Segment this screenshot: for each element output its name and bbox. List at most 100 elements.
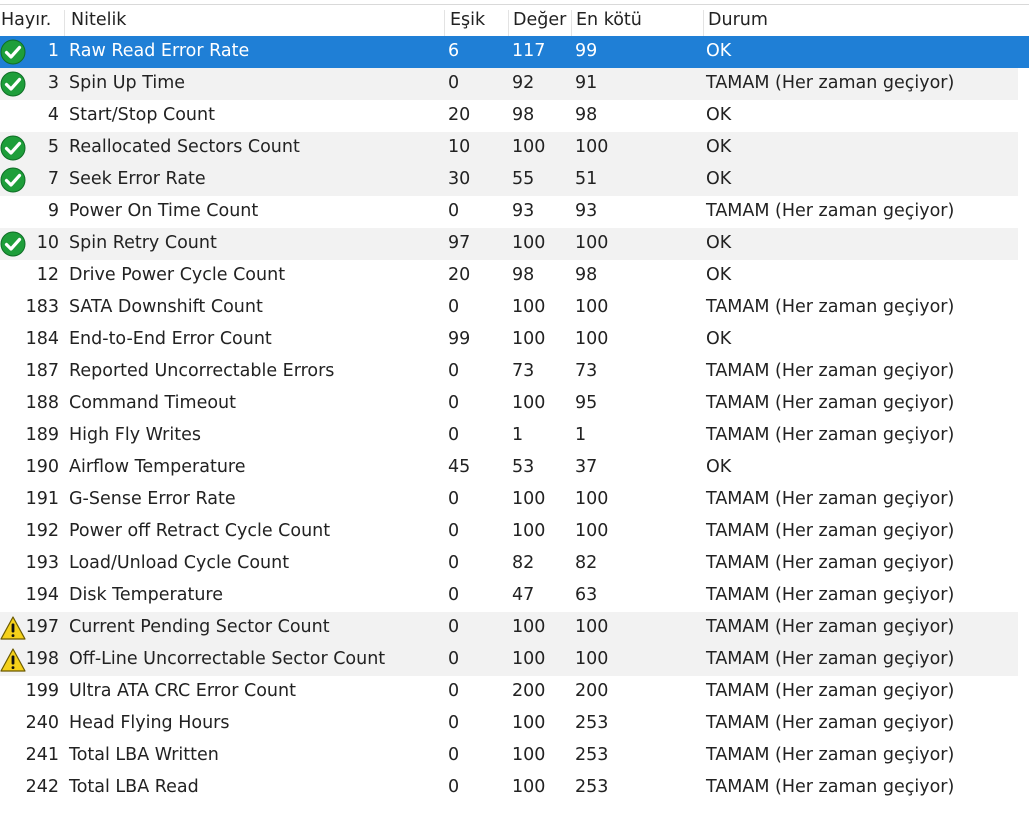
attribute-id: 183 [25, 297, 59, 317]
worst-value: 100 [575, 329, 609, 349]
attribute-id: 188 [25, 393, 59, 413]
attribute-id: 191 [25, 489, 59, 509]
worst-value: 100 [575, 617, 609, 637]
threshold-value: 0 [448, 297, 460, 317]
column-header-worst[interactable]: En kötü [576, 10, 642, 30]
status-text: TAMAM (Her zaman geçiyor) [706, 489, 955, 509]
table-row[interactable]: 198 Off-Line Uncorrectable Sector Count 0 1… [0, 644, 1029, 676]
status-text: TAMAM (Her zaman geçiyor) [706, 361, 955, 381]
column-separator[interactable] [508, 10, 509, 36]
attribute-name: Total LBA Written [69, 745, 219, 765]
table-row[interactable]: 184 End-to-End Error Count 99 100 100 OK [0, 324, 1029, 356]
worst-value: 100 [575, 297, 609, 317]
attribute-id: 194 [25, 585, 59, 605]
attribute-name: Raw Read Error Rate [69, 41, 250, 61]
attribute-name: Spin Up Time [69, 73, 186, 93]
attribute-name: Drive Power Cycle Count [69, 265, 286, 285]
table-row[interactable]: 241 Total LBA Written 0 100 253 TAMAM (Her za… [0, 740, 1029, 772]
table-row[interactable]: 189 High Fly Writes 0 1 1 TAMAM (Her zaman ge… [0, 420, 1029, 452]
threshold-value: 0 [448, 681, 460, 701]
worst-value: 100 [575, 137, 609, 157]
current-value: 100 [512, 297, 546, 317]
column-header-threshold[interactable]: Eşik [450, 10, 485, 30]
column-header-attribute[interactable]: Nitelik [71, 10, 126, 30]
status-text: TAMAM (Her zaman geçiyor) [706, 649, 955, 669]
attribute-id: 199 [25, 681, 59, 701]
attribute-name: Load/Unload Cycle Count [69, 553, 290, 573]
table-row[interactable]: 3 Spin Up Time 0 92 91 TAMAM (Her zaman geçiy… [0, 68, 1029, 100]
table-row[interactable]: 4 Start/Stop Count 20 98 98 OK [0, 100, 1029, 132]
table-row[interactable]: 183 SATA Downshift Count 0 100 100 TAMAM (Her… [0, 292, 1029, 324]
attribute-id: 240 [25, 713, 59, 733]
worst-value: 91 [575, 73, 598, 93]
threshold-value: 0 [448, 489, 460, 509]
attribute-id: 4 [47, 105, 59, 125]
table-row[interactable]: 188 Command Timeout 0 100 95 TAMAM (Her zaman… [0, 388, 1029, 420]
threshold-value: 0 [448, 713, 460, 733]
table-row[interactable]: 9 Power On Time Count 0 93 93 TAMAM (Her zama… [0, 196, 1029, 228]
table-row[interactable]: 191 G-Sense Error Rate 0 100 100 TAMAM (Her z… [0, 484, 1029, 516]
table-row[interactable]: 192 Power off Retract Cycle Count 0 100 100 T… [0, 516, 1029, 548]
current-value: 100 [512, 745, 546, 765]
table-row[interactable]: 187 Reported Uncorrectable Errors 0 73 73 TAM… [0, 356, 1029, 388]
worst-value: 82 [575, 553, 598, 573]
table-row[interactable]: 193 Load/Unload Cycle Count 0 82 82 TAMAM (He… [0, 548, 1029, 580]
column-separator[interactable] [444, 10, 445, 36]
attribute-id: 192 [25, 521, 59, 541]
table-row[interactable]: 242 Total LBA Read 0 100 253 TAMAM (Her zaman… [0, 772, 1029, 804]
status-text: OK [706, 265, 732, 285]
attribute-name: Command Timeout [69, 393, 236, 413]
threshold-value: 0 [448, 521, 460, 541]
table-row[interactable]: 240 Head Flying Hours 0 100 253 TAMAM (Her za… [0, 708, 1029, 740]
current-value: 93 [512, 201, 535, 221]
attribute-name: Power off Retract Cycle Count [69, 521, 331, 541]
current-value: 100 [512, 521, 546, 541]
current-value: 53 [512, 457, 535, 477]
table-row[interactable]: 7 Seek Error Rate 30 55 51 OK [0, 164, 1029, 196]
threshold-value: 0 [448, 553, 460, 573]
column-separator[interactable] [703, 10, 704, 36]
threshold-value: 0 [448, 777, 460, 797]
table-row[interactable]: 190 Airflow Temperature 45 53 37 OK [0, 452, 1029, 484]
attribute-id: 189 [25, 425, 59, 445]
threshold-value: 0 [448, 649, 460, 669]
table-row[interactable]: 199 Ultra ATA CRC Error Count 0 200 200 TAMAM… [0, 676, 1029, 708]
current-value: 100 [512, 713, 546, 733]
threshold-value: 6 [448, 41, 460, 61]
current-value: 100 [512, 649, 546, 669]
column-header-status[interactable]: Durum [708, 10, 768, 30]
attribute-name: Reallocated Sectors Count [69, 137, 300, 157]
table-row[interactable]: 10 Spin Retry Count 97 100 100 OK [0, 228, 1029, 260]
status-text: OK [706, 457, 732, 477]
table-row[interactable]: 197 Current Pending Sector Count 0 100 100 TA… [0, 612, 1029, 644]
current-value: 98 [512, 265, 535, 285]
status-text: TAMAM (Her zaman geçiyor) [706, 777, 955, 797]
threshold-value: 30 [448, 169, 471, 189]
worst-value: 253 [575, 745, 609, 765]
attribute-id: 197 [25, 617, 59, 637]
attribute-id: 187 [25, 361, 59, 381]
table-row[interactable]: 12 Drive Power Cycle Count 20 98 98 OK [0, 260, 1029, 292]
attribute-name: Head Flying Hours [69, 713, 230, 733]
column-header-no[interactable]: Hayır. [1, 10, 51, 30]
threshold-value: 20 [448, 265, 471, 285]
worst-value: 93 [575, 201, 598, 221]
attribute-name: Disk Temperature [69, 585, 224, 605]
status-text: OK [706, 169, 732, 189]
status-text: TAMAM (Her zaman geçiyor) [706, 617, 955, 637]
attribute-id: 12 [36, 265, 59, 285]
table-row[interactable]: 5 Reallocated Sectors Count 10 100 100 OK [0, 132, 1029, 164]
table-row[interactable]: 1 Raw Read Error Rate 6 117 99 OK [0, 36, 1029, 68]
status-text: TAMAM (Her zaman geçiyor) [706, 553, 955, 573]
attribute-name: Off-Line Uncorrectable Sector Count [69, 649, 386, 669]
column-separator[interactable] [571, 10, 572, 36]
table-row[interactable]: 194 Disk Temperature 0 47 63 TAMAM (Her zaman… [0, 580, 1029, 612]
attribute-id: 193 [25, 553, 59, 573]
column-header-value[interactable]: Değer [513, 10, 566, 30]
worst-value: 98 [575, 265, 598, 285]
current-value: 100 [512, 393, 546, 413]
column-separator[interactable] [64, 10, 65, 36]
threshold-value: 0 [448, 393, 460, 413]
current-value: 100 [512, 489, 546, 509]
worst-value: 63 [575, 585, 598, 605]
